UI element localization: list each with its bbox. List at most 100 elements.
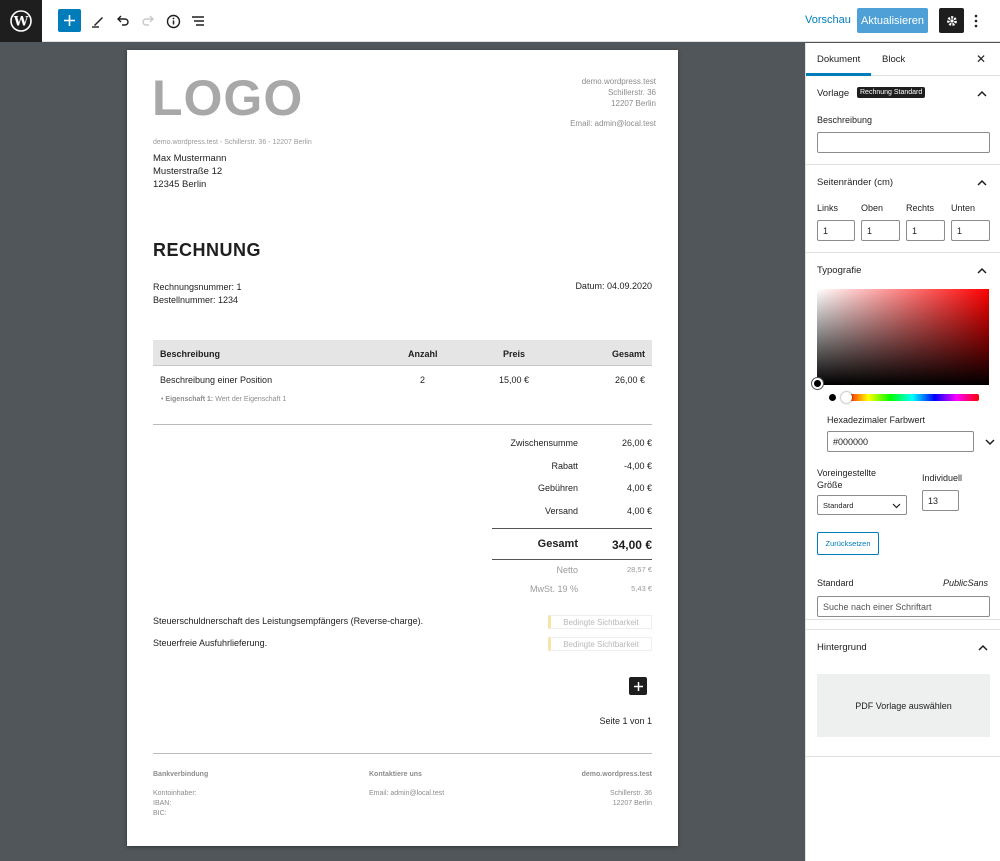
hex-color-input[interactable]: #000000 (827, 431, 974, 452)
font-search-input[interactable]: Suche nach einer Schriftart (817, 596, 990, 617)
panel-title[interactable]: Vorlage (817, 88, 849, 99)
totals-block[interactable]: Zwischensumme 26,00 € Rabatt -4,00 € Gebüh… (492, 438, 652, 598)
item-price: 15,00 € (499, 375, 530, 385)
sender-line: demo.wordpress.test (581, 77, 656, 86)
property-label: Eigenschaft 1: (165, 396, 214, 403)
vat-label: MwSt. 19 % (529, 584, 578, 594)
font-label: Standard (817, 578, 854, 588)
total-row: Gebühren 4,00 € (492, 483, 652, 506)
conditional-visibility-badge[interactable]: Bedingte Sichtbarkeit (548, 637, 652, 651)
total-label: Zwischensumme (510, 438, 578, 448)
margin-left-label: Links (817, 203, 839, 213)
reverse-charge-notice[interactable]: Steuerschuldnerschaft des Leistungsempfä… (153, 616, 423, 626)
net-value: 28,57 € (626, 565, 652, 574)
vat-value: 5,43 € (631, 584, 652, 593)
total-value: 26,00 € (621, 438, 652, 448)
margin-top-label: Oben (861, 203, 884, 213)
wordpress-logo-icon[interactable]: W (0, 0, 42, 42)
invoice-date[interactable]: Datum: 04.09.2020 (575, 281, 652, 291)
footer-line: Kontoinhaber: (153, 790, 197, 797)
tax-free-export-notice[interactable]: Steuerfreie Ausfuhrlieferung. (153, 638, 267, 648)
footer-line: Email: admin@local.test (369, 790, 445, 797)
editor-canvas: LOGO demo.wordpress.test Schillerstr. 36… (0, 43, 805, 861)
template-panel: Vorlage Rechnung Standard Beschreibung (806, 76, 1000, 165)
panel-title[interactable]: Seitenränder (cm) (817, 177, 893, 188)
conditional-visibility-badge[interactable]: Bedingte Sichtbarkeit (548, 615, 652, 629)
chevron-up-icon[interactable] (977, 642, 989, 654)
custom-size-label: Individuell (922, 473, 963, 483)
total-label: Rabatt (551, 460, 578, 471)
footer-contact[interactable]: Kontaktiere uns Email: admin@local.test (369, 770, 444, 799)
sender-address[interactable]: demo.wordpress.test Schillerstr. 36 1220… (570, 76, 656, 129)
chevron-up-icon[interactable] (976, 177, 988, 189)
invoice-title[interactable]: RECHNUNG (153, 240, 261, 261)
chevron-down-icon (892, 503, 901, 509)
more-options-icon[interactable] (968, 10, 984, 32)
margin-right-label: Rechts (906, 203, 935, 213)
footer-heading: demo.wordpress.test (581, 771, 652, 778)
total-label: Versand (544, 505, 578, 516)
sender-line: 12207 Berlin (611, 99, 656, 108)
footer-heading: Kontaktiere uns (369, 771, 422, 778)
column-header: Preis (503, 349, 526, 359)
margin-left-input[interactable]: 1 (817, 220, 855, 241)
reset-button[interactable]: Zurücksetzen (817, 532, 879, 555)
footer-bank[interactable]: Bankverbindung Kontoinhaber: IBAN: BIC: (153, 770, 208, 819)
divider (153, 753, 652, 754)
chevron-up-icon[interactable] (976, 88, 988, 100)
total-row: Rabatt -4,00 € (492, 461, 652, 484)
settings-gear-icon[interactable] (939, 8, 964, 33)
redo-icon[interactable] (136, 9, 160, 33)
grand-total-row: Gesamt 34,00 € (492, 528, 652, 560)
add-block-plus-icon[interactable] (629, 677, 647, 695)
total-value: 4,00 € (626, 505, 652, 516)
invoice-number: Rechnungsnummer: 1 (153, 282, 242, 292)
footer-line: 12207 Berlin (612, 800, 652, 807)
column-header: Gesamt (611, 349, 645, 359)
panel-title[interactable]: Hintergrund (817, 642, 867, 653)
column-header: Beschreibung (160, 349, 221, 359)
info-icon[interactable] (161, 9, 185, 33)
net-label: Netto (556, 565, 578, 575)
preset-size-select[interactable]: Standard (817, 495, 907, 515)
total-row: Zwischensumme 26,00 € (492, 438, 652, 461)
grand-total-label: Gesamt (537, 538, 578, 550)
tab-document[interactable]: Dokument (805, 54, 872, 76)
margin-bottom-input[interactable]: 1 (951, 220, 990, 241)
page-number[interactable]: Seite 1 von 1 (599, 716, 652, 726)
close-icon[interactable]: ✕ (976, 52, 986, 66)
invoice-meta[interactable]: Rechnungsnummer: 1 Bestellnummer: 1234 (153, 281, 242, 307)
total-row: Versand 4,00 € (492, 506, 652, 529)
select-pdf-template-button[interactable]: PDF Vorlage auswählen (817, 674, 990, 737)
return-address-line[interactable]: demo.wordpress.test - Schillerstr. 36 - … (153, 139, 312, 146)
settings-sidebar: Dokument Block ✕ Vorlage Rechnung Standa… (805, 43, 1000, 861)
add-block-button[interactable] (58, 9, 81, 32)
chevron-up-icon[interactable] (976, 265, 988, 277)
color-saturation-picker[interactable] (817, 289, 989, 385)
item-description: Beschreibung einer Position (160, 375, 273, 385)
recipient-line: Max Mustermann (153, 153, 227, 164)
custom-size-input[interactable]: 13 (922, 490, 959, 511)
description-input[interactable] (817, 132, 990, 153)
sender-email: Email: admin@local.test (570, 119, 656, 128)
undo-icon[interactable] (111, 9, 135, 33)
items-table-header[interactable]: Beschreibung Anzahl Preis Gesamt (153, 340, 652, 366)
color-picker-handle[interactable] (812, 378, 823, 389)
footer-company[interactable]: demo.wordpress.test Schillerstr. 36 1220… (582, 770, 652, 809)
margin-top-input[interactable]: 1 (861, 220, 900, 241)
edit-tools-icon[interactable] (86, 9, 110, 33)
hue-slider[interactable] (846, 394, 979, 401)
table-row[interactable]: Beschreibung einer Position 2 15,00 € 26… (153, 366, 652, 392)
margin-right-input[interactable]: 1 (906, 220, 945, 241)
tab-block[interactable]: Block (882, 54, 905, 65)
invoice-logo[interactable]: LOGO (152, 70, 303, 126)
preset-size-value: Standard (823, 500, 854, 510)
panel-title[interactable]: Typografie (817, 265, 861, 276)
recipient-address[interactable]: Max Mustermann Musterstraße 12 12345 Ber… (153, 152, 226, 191)
chevron-down-icon[interactable] (984, 436, 996, 448)
hue-slider-handle[interactable] (841, 392, 852, 403)
preview-link[interactable]: Vorschau (805, 14, 851, 26)
list-view-icon[interactable] (186, 9, 210, 33)
update-button[interactable]: Aktualisieren (857, 8, 928, 33)
font-value: PublicSans (942, 578, 988, 588)
